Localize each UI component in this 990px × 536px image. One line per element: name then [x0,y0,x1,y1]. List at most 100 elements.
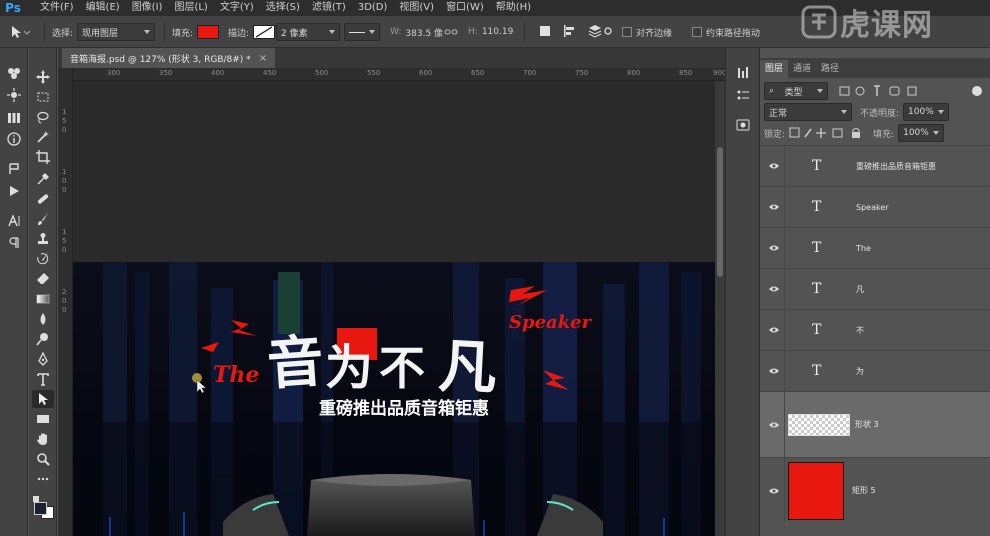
menu-filter[interactable]: 滤镜(T) [306,0,352,16]
visibility-eye-icon[interactable] [768,201,780,213]
layer-name[interactable]: 为 [856,366,864,377]
visibility-eye-icon[interactable] [768,242,780,254]
poster-title-char-2[interactable]: 为 [325,328,373,398]
tab-layers[interactable]: 图层 [760,60,789,78]
paragraph-panel-icon[interactable] [3,234,25,252]
layer-name[interactable]: 不 [856,325,864,336]
foreground-color-swatch[interactable] [34,502,47,515]
layer-row[interactable]: T 不 [760,309,990,350]
layer-row-selected[interactable]: 形状 3 [760,391,990,457]
path-select-tool-preset[interactable] [8,16,30,48]
menu-edit[interactable]: 编辑(E) [80,0,126,16]
path-selection-tool-icon[interactable] [32,390,54,408]
crop-tool-icon[interactable] [32,148,54,166]
visibility-eye-icon[interactable] [768,283,780,295]
scrollbar-thumb[interactable] [717,147,723,277]
character-panel-icon[interactable] [3,212,25,230]
zoom-tool-icon[interactable] [32,450,54,468]
poster-title-char-4[interactable]: 凡 [437,319,499,406]
actions-play-icon[interactable] [3,182,25,200]
canvas-vertical-scrollbar[interactable] [715,81,725,536]
adjustments-icon[interactable] [3,86,25,104]
poster-subtitle[interactable]: 重磅推出品质音箱钜惠 [319,394,489,419]
layer-name[interactable]: 矩形 5 [852,485,876,496]
tool-presets-icon[interactable] [732,64,754,82]
lock-icons[interactable] [789,127,865,139]
stroke-width-dropdown[interactable]: 2 像素 [276,23,340,41]
path-alignment-icon[interactable] [562,24,576,38]
visibility-eye-icon[interactable] [768,365,780,377]
poster-artwork[interactable]: The 音 为 不 凡 Speaker 重磅推出品质音箱钜惠 [73,262,715,536]
menu-3d[interactable]: 3D(D) [352,0,394,16]
menu-type[interactable]: 文字(Y) [214,0,260,16]
info-icon[interactable] [3,130,25,148]
blend-mode-dropdown[interactable]: 正常 [764,103,852,121]
document-tab[interactable]: 音箱海报.psd @ 127% (形状 3, RGB/8#) * × [62,48,276,68]
history-brush-tool-icon[interactable] [32,250,54,268]
stamp-tool-icon[interactable] [32,230,54,248]
eraser-tool-icon[interactable] [32,270,54,288]
history-icon[interactable] [3,160,25,178]
layer-name[interactable]: 形状 3 [855,419,879,430]
layer-name[interactable]: The [856,244,871,253]
layer-row[interactable]: T 凡 [760,268,990,309]
constrain-path-checkbox[interactable] [692,27,702,37]
eyedropper-tool-icon[interactable] [32,170,54,188]
poster-title-char-3[interactable]: 不 [379,332,425,398]
color-panel-icon[interactable] [3,64,25,82]
align-edges-checkbox[interactable] [622,27,632,37]
menu-view[interactable]: 视图(V) [393,0,440,16]
libraries-icon[interactable] [732,116,754,134]
more-tools-icon[interactable] [32,470,54,488]
link-icon[interactable] [444,27,458,37]
constrain-path-option[interactable]: 约束路径拖动 [692,16,760,48]
fill-color-swatch[interactable] [197,25,220,39]
visibility-eye-icon[interactable] [768,485,780,497]
brush-presets-icon[interactable] [732,86,754,104]
document-canvas[interactable]: The 音 为 不 凡 Speaker 重磅推出品质音箱钜惠 [73,81,715,536]
menu-help[interactable]: 帮助(H) [490,0,537,16]
layer-row[interactable]: T 重磅推出品质音箱钜惠 [760,145,990,186]
tab-channels[interactable]: 通道 [788,60,816,78]
layer-row[interactable]: T The [760,227,990,268]
hand-tool-icon[interactable] [32,430,54,448]
height-field[interactable]: 110.19 [482,27,514,37]
visibility-eye-icon[interactable] [768,324,780,336]
layer-name[interactable]: 重磅推出品质音箱钜惠 [856,161,936,172]
dodge-tool-icon[interactable] [32,330,54,348]
path-operations-icon[interactable] [538,24,552,38]
poster-title-char-1[interactable]: 音 [264,316,326,401]
visibility-eye-icon[interactable] [768,160,780,172]
menu-file[interactable]: 文件(F) [34,0,80,16]
brush-tool-icon[interactable] [32,210,54,228]
tab-paths[interactable]: 路径 [816,60,844,78]
stroke-type-dropdown[interactable] [344,23,380,41]
poster-word-the[interactable]: The [213,362,259,388]
type-tool-icon[interactable] [32,370,54,388]
move-tool-icon[interactable] [32,68,54,86]
fill-field[interactable]: 100% [898,124,945,142]
poster-word-speaker[interactable]: Speaker [509,312,591,333]
layer-filter-icons[interactable] [838,85,948,97]
color-swatches[interactable] [33,496,55,520]
layer-name[interactable]: 凡 [856,284,864,295]
swatches-icon[interactable] [3,108,25,126]
menu-window[interactable]: 窗口(W) [440,0,490,16]
select-dropdown[interactable]: 现用图层 [77,23,156,41]
filter-toggle-icon[interactable] [972,86,982,96]
path-arrangement-icon[interactable] [588,24,602,38]
pen-tool-icon[interactable] [32,350,54,368]
menu-select[interactable]: 选择(S) [260,0,306,16]
gear-settings-icon[interactable] [604,24,612,38]
gradient-tool-icon[interactable] [32,290,54,308]
healing-brush-tool-icon[interactable] [32,190,54,208]
menu-layer[interactable]: 图层(L) [168,0,213,16]
lasso-tool-icon[interactable] [32,108,54,126]
layer-row[interactable]: T Speaker [760,186,990,227]
visibility-eye-icon[interactable] [768,419,780,431]
magic-wand-tool-icon[interactable] [32,128,54,146]
layer-row[interactable]: 矩形 5 [760,457,990,523]
width-field[interactable]: 383.5 像 [405,26,443,39]
rectangle-tool-icon[interactable] [32,410,54,428]
align-edges-option[interactable]: 对齐边缘 [622,16,672,48]
